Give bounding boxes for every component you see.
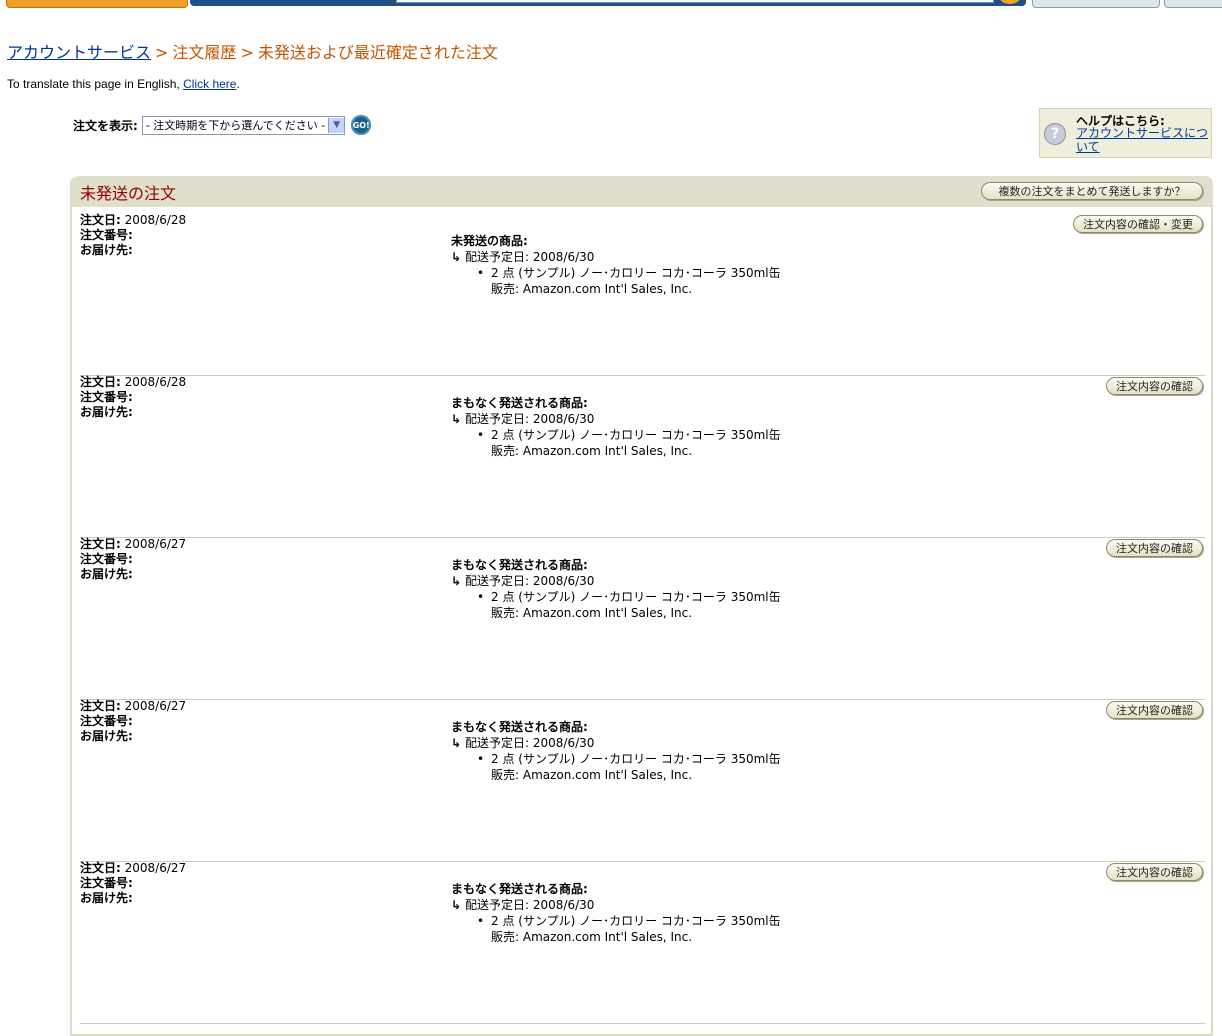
- order-period-select[interactable]: - 注文時期を下から選んでください - ▼: [141, 115, 346, 135]
- top-tab-orange[interactable]: [6, 0, 188, 8]
- ship-date-label: 配送予定日:: [465, 736, 530, 750]
- order-section-title: まもなく発送される商品:: [451, 882, 588, 896]
- breadcrumb-separator: >: [155, 43, 169, 62]
- translate-period: .: [236, 77, 240, 91]
- order-item: 2 点 (サンプル) ノー･カロリー コカ･コーラ 350ml缶: [477, 265, 781, 281]
- order-date-label: 注文日:: [80, 537, 121, 551]
- go-button[interactable]: GO!: [351, 115, 372, 135]
- order-row: 注文日: 2008/6/28 注文番号: お届け先: まもなく発送される商品: …: [80, 375, 1205, 538]
- order-row: 注文日: 2008/6/27 注文番号: お届け先: まもなく発送される商品: …: [80, 861, 1205, 1024]
- order-period-selected: - 注文時期を下から選んでください -: [145, 119, 326, 132]
- ship-date: 2008/6/30: [532, 412, 595, 426]
- order-items: まもなく発送される商品: ↳配送予定日: 2008/6/30 2 点 (サンプル…: [451, 719, 781, 783]
- order-date: 2008/6/28: [124, 213, 187, 227]
- order-number-label: 注文番号:: [80, 390, 133, 404]
- order-review-button[interactable]: 注文内容の確認: [1106, 863, 1203, 881]
- order-filter-label: 注文を表示:: [73, 118, 138, 133]
- top-nav-button-1[interactable]: [1032, 0, 1160, 8]
- order-address-label: お届け先:: [80, 567, 133, 581]
- order-date-label: 注文日:: [80, 375, 121, 389]
- order-seller: 販売: Amazon.com Int'l Sales, Inc.: [491, 930, 693, 944]
- translate-notice: To translate this page in English, Click…: [7, 77, 240, 91]
- order-seller: 販売: Amazon.com Int'l Sales, Inc.: [491, 606, 693, 620]
- ship-date: 2008/6/30: [532, 898, 595, 912]
- help-account-service-link[interactable]: アカウントサービスについて: [1076, 126, 1208, 154]
- order-section-title: まもなく発送される商品:: [451, 396, 588, 410]
- top-navigation-bar: [0, 0, 1222, 8]
- return-arrow-icon: ↳: [451, 574, 462, 588]
- ship-date-label: 配送予定日:: [465, 250, 530, 264]
- order-meta: 注文日: 2008/6/28 注文番号: お届け先:: [80, 375, 186, 420]
- order-item: 2 点 (サンプル) ノー･カロリー コカ･コーラ 350ml缶: [477, 427, 781, 443]
- translate-link[interactable]: Click here: [183, 77, 236, 91]
- order-item: 2 点 (サンプル) ノー･カロリー コカ･コーラ 350ml缶: [477, 751, 781, 767]
- order-date: 2008/6/27: [124, 699, 187, 713]
- top-search-input[interactable]: [396, 0, 994, 3]
- order-row: 注文日: 2008/6/27 注文番号: お届け先: まもなく発送される商品: …: [80, 537, 1205, 700]
- order-address-label: お届け先:: [80, 729, 133, 743]
- ship-date: 2008/6/30: [532, 574, 595, 588]
- order-section-title: まもなく発送される商品:: [451, 558, 588, 572]
- breadcrumb-account-link[interactable]: アカウントサービス: [7, 43, 151, 62]
- order-date-label: 注文日:: [80, 699, 121, 713]
- order-review-button[interactable]: 注文内容の確認: [1106, 377, 1203, 395]
- order-number-label: 注文番号:: [80, 228, 133, 242]
- order-items: まもなく発送される商品: ↳配送予定日: 2008/6/30 2 点 (サンプル…: [451, 395, 781, 459]
- order-date-label: 注文日:: [80, 861, 121, 875]
- order-row: 注文日: 2008/6/27 注文番号: お届け先: まもなく発送される商品: …: [80, 699, 1205, 862]
- order-number-label: 注文番号:: [80, 876, 133, 890]
- return-arrow-icon: ↳: [451, 736, 462, 750]
- help-box: ? ヘルプはこちら: アカウントサービスについて: [1039, 108, 1212, 158]
- order-section-title: まもなく発送される商品:: [451, 720, 588, 734]
- unshipped-orders-panel: 未発送の注文 複数の注文をまとめて発送しますか？ 注文日: 2008/6/28 …: [70, 176, 1213, 1036]
- order-review-edit-button[interactable]: 注文内容の確認・変更: [1073, 215, 1203, 233]
- order-items: まもなく発送される商品: ↳配送予定日: 2008/6/30 2 点 (サンプル…: [451, 881, 781, 945]
- chevron-down-icon[interactable]: ▼: [328, 117, 345, 133]
- ship-date: 2008/6/30: [532, 736, 595, 750]
- order-number-label: 注文番号:: [80, 714, 133, 728]
- panel-title: 未発送の注文: [80, 184, 177, 203]
- order-address-label: お届け先:: [80, 405, 133, 419]
- return-arrow-icon: ↳: [451, 898, 462, 912]
- order-seller: 販売: Amazon.com Int'l Sales, Inc.: [491, 282, 693, 296]
- order-address-label: お届け先:: [80, 891, 133, 905]
- order-meta: 注文日: 2008/6/27 注文番号: お届け先:: [80, 861, 186, 906]
- order-seller: 販売: Amazon.com Int'l Sales, Inc.: [491, 768, 693, 782]
- breadcrumb-current: 未発送および最近確定された注文: [257, 43, 498, 62]
- order-address-label: お届け先:: [80, 243, 133, 257]
- order-items: まもなく発送される商品: ↳配送予定日: 2008/6/30 2 点 (サンプル…: [451, 557, 781, 621]
- ship-date-label: 配送予定日:: [465, 574, 530, 588]
- order-section-title: 未発送の商品:: [451, 234, 528, 248]
- order-items: 未発送の商品: ↳配送予定日: 2008/6/30 2 点 (サンプル) ノー･…: [451, 233, 781, 297]
- order-meta: 注文日: 2008/6/28 注文番号: お届け先:: [80, 213, 186, 258]
- breadcrumb-history: 注文履歴: [172, 43, 237, 62]
- order-review-button[interactable]: 注文内容の確認: [1106, 701, 1203, 719]
- panel-header: 未発送の注文 複数の注文をまとめて発送しますか？: [72, 176, 1213, 207]
- ship-date-label: 配送予定日:: [465, 412, 530, 426]
- order-date: 2008/6/28: [124, 375, 187, 389]
- combine-shipping-button[interactable]: 複数の注文をまとめて発送しますか？: [981, 182, 1203, 200]
- top-nav-button-2[interactable]: [1164, 0, 1222, 8]
- order-review-button[interactable]: 注文内容の確認: [1106, 539, 1203, 557]
- breadcrumb: アカウントサービス > 注文履歴 > 未発送および最近確定された注文: [7, 39, 498, 63]
- order-filter: 注文を表示: - 注文時期を下から選んでください - ▼ GO!: [73, 115, 372, 135]
- order-item: 2 点 (サンプル) ノー･カロリー コカ･コーラ 350ml缶: [477, 589, 781, 605]
- order-row: 注文日: 2008/6/28 注文番号: お届け先: 未発送の商品: ↳ 配送予定…: [80, 213, 1205, 376]
- order-number-label: 注文番号:: [80, 552, 133, 566]
- ship-date: 2008/6/30: [532, 250, 595, 264]
- order-date-label: 注文日:: [80, 213, 121, 227]
- order-seller: 販売: Amazon.com Int'l Sales, Inc.: [491, 444, 693, 458]
- order-item: 2 点 (サンプル) ノー･カロリー コカ･コーラ 350ml缶: [477, 913, 781, 929]
- ship-date-label: 配送予定日:: [465, 898, 530, 912]
- order-date: 2008/6/27: [124, 861, 187, 875]
- return-arrow-icon: ↳: [451, 250, 462, 264]
- translate-text: To translate this page in English,: [7, 77, 180, 91]
- breadcrumb-separator: >: [240, 43, 254, 62]
- help-question-icon: ?: [1044, 123, 1066, 145]
- order-meta: 注文日: 2008/6/27 注文番号: お届け先:: [80, 537, 186, 582]
- order-date: 2008/6/27: [124, 537, 187, 551]
- return-arrow-icon: ↳: [451, 412, 462, 426]
- order-meta: 注文日: 2008/6/27 注文番号: お届け先:: [80, 699, 186, 744]
